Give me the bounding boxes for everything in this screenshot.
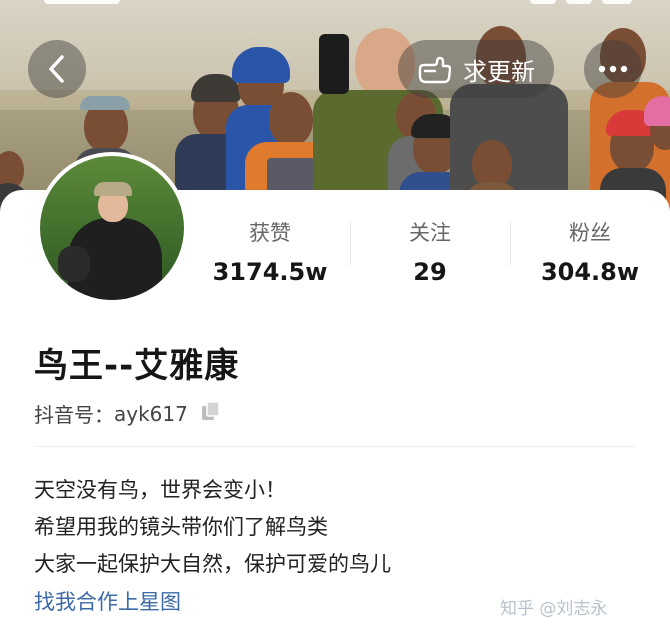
- bio: 天空没有鸟，世界会变小！ 希望用我的镜头带你们了解鸟类 大家一起保护大自然，保护…: [34, 472, 391, 583]
- douyin-id-label: 抖音号：: [34, 403, 114, 427]
- copy-icon[interactable]: [200, 400, 222, 427]
- avatar[interactable]: [36, 152, 188, 304]
- bio-line: 大家一起保护大自然，保护可爱的鸟儿: [34, 552, 391, 576]
- profile-name: 鸟王--艾雅康: [34, 346, 240, 386]
- stat-label: 获赞: [249, 221, 291, 245]
- stat-followers[interactable]: 粉丝 304.8w: [510, 215, 670, 295]
- stat-label: 关注: [409, 221, 451, 245]
- avatar-photo: [40, 156, 184, 300]
- douyin-id-row: 抖音号： ayk617: [34, 399, 222, 428]
- stat-label: 粉丝: [569, 221, 611, 245]
- stat-value: 304.8w: [540, 258, 640, 286]
- status-bar: [0, 0, 670, 8]
- chevron-left-icon: [49, 55, 64, 83]
- watermark: 知乎 @刘志永: [500, 599, 608, 619]
- douyin-id-value: ayk617: [114, 401, 188, 426]
- stat-value: 3174.5w: [212, 258, 328, 286]
- request-update-label: 求更新: [463, 57, 535, 86]
- stats-bar: 获赞 3174.5w 关注 29 粉丝 304.8w: [190, 215, 670, 295]
- divider: [34, 446, 636, 447]
- back-button[interactable]: [28, 40, 86, 98]
- starmap-cooperation-link[interactable]: 找我合作上星图: [34, 586, 181, 616]
- more-button[interactable]: [584, 40, 642, 98]
- more-dots-icon: [598, 65, 628, 73]
- bio-line: 希望用我的镜头带你们了解鸟类: [34, 515, 328, 539]
- stat-value: 29: [413, 258, 447, 286]
- bio-line: 天空没有鸟，世界会变小！: [34, 478, 286, 502]
- stat-following[interactable]: 关注 29: [350, 215, 510, 295]
- hand-point-icon: [418, 56, 451, 84]
- profile-screen: 求更新 获赞 3174.5w 关注 29 粉丝 304.8w 鸟王--艾雅康 抖…: [0, 0, 670, 636]
- request-update-button[interactable]: 求更新: [398, 40, 554, 98]
- stat-likes[interactable]: 获赞 3174.5w: [190, 215, 350, 295]
